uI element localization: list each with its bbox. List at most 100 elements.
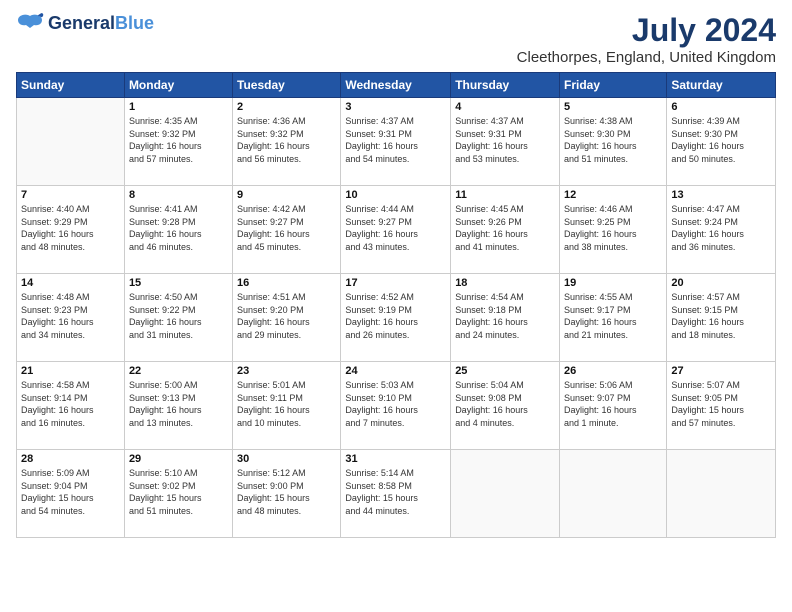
day-info: Sunrise: 5:04 AM Sunset: 9:08 PM Dayligh… (455, 379, 555, 429)
calendar-cell: 8 Sunrise: 4:41 AM Sunset: 9:28 PM Daylig… (124, 186, 232, 274)
day-number: 8 (129, 189, 228, 201)
day-info: Sunrise: 4:45 AM Sunset: 9:26 PM Dayligh… (455, 203, 555, 253)
calendar-cell: 19 Sunrise: 4:55 AM Sunset: 9:17 PM Dayli… (560, 274, 667, 362)
day-number: 18 (455, 277, 555, 289)
day-number: 28 (21, 453, 120, 465)
calendar-cell: 17 Sunrise: 4:52 AM Sunset: 9:19 PM Dayli… (341, 274, 451, 362)
day-number: 22 (129, 365, 228, 377)
calendar-week-3: 14 Sunrise: 4:48 AM Sunset: 9:23 PM Dayli… (17, 274, 776, 362)
day-info: Sunrise: 5:03 AM Sunset: 9:10 PM Dayligh… (345, 379, 446, 429)
calendar-cell: 15 Sunrise: 4:50 AM Sunset: 9:22 PM Dayli… (124, 274, 232, 362)
day-info: Sunrise: 5:12 AM Sunset: 9:00 PM Dayligh… (237, 467, 336, 517)
day-info: Sunrise: 4:52 AM Sunset: 9:19 PM Dayligh… (345, 291, 446, 341)
calendar-cell: 3 Sunrise: 4:37 AM Sunset: 9:31 PM Daylig… (341, 98, 451, 186)
calendar-cell: 9 Sunrise: 4:42 AM Sunset: 9:27 PM Daylig… (233, 186, 341, 274)
calendar-cell: 26 Sunrise: 5:06 AM Sunset: 9:07 PM Dayli… (560, 362, 667, 450)
day-info: Sunrise: 4:40 AM Sunset: 9:29 PM Dayligh… (21, 203, 120, 253)
calendar-cell: 20Sunrise: 4:57 AM Sunset: 9:15 PM Dayli… (667, 274, 776, 362)
col-thursday: Thursday (451, 73, 560, 98)
day-info: Sunrise: 5:00 AM Sunset: 9:13 PM Dayligh… (129, 379, 228, 429)
day-info: Sunrise: 4:41 AM Sunset: 9:28 PM Dayligh… (129, 203, 228, 253)
day-info: Sunrise: 4:50 AM Sunset: 9:22 PM Dayligh… (129, 291, 228, 341)
day-number: 15 (129, 277, 228, 289)
calendar-cell: 31 Sunrise: 5:14 AM Sunset: 8:58 PM Dayli… (341, 450, 451, 538)
calendar-week-2: 7 Sunrise: 4:40 AM Sunset: 9:29 PM Daylig… (17, 186, 776, 274)
calendar-cell: 4 Sunrise: 4:37 AM Sunset: 9:31 PM Daylig… (451, 98, 560, 186)
day-info: Sunrise: 4:36 AM Sunset: 9:32 PM Dayligh… (237, 115, 336, 165)
day-info: Sunrise: 4:37 AM Sunset: 9:31 PM Dayligh… (345, 115, 446, 165)
calendar-cell (560, 450, 667, 538)
day-number: 24 (345, 365, 446, 377)
calendar-cell (451, 450, 560, 538)
calendar-header-row: Sunday Monday Tuesday Wednesday Thursday… (17, 73, 776, 98)
calendar-cell: 11 Sunrise: 4:45 AM Sunset: 9:26 PM Dayli… (451, 186, 560, 274)
day-info: Sunrise: 4:55 AM Sunset: 9:17 PM Dayligh… (564, 291, 662, 341)
day-number: 31 (345, 453, 446, 465)
location: Cleethorpes, England, United Kingdom (517, 49, 776, 66)
day-number: 2 (237, 101, 336, 113)
calendar-cell (17, 98, 125, 186)
day-number: 14 (21, 277, 120, 289)
logo-icon (16, 12, 44, 36)
day-number: 13 (671, 189, 771, 201)
calendar-cell: 12 Sunrise: 4:46 AM Sunset: 9:25 PM Dayli… (560, 186, 667, 274)
day-info: Sunrise: 5:14 AM Sunset: 8:58 PM Dayligh… (345, 467, 446, 517)
day-info: Sunrise: 5:09 AM Sunset: 9:04 PM Dayligh… (21, 467, 120, 517)
calendar: Sunday Monday Tuesday Wednesday Thursday… (16, 72, 776, 538)
page: GeneralBlue July 2024 Cleethorpes, Engla… (0, 0, 792, 612)
day-number: 17 (345, 277, 446, 289)
day-number: 16 (237, 277, 336, 289)
day-number: 27 (671, 365, 771, 377)
logo-text: GeneralBlue (48, 14, 154, 34)
day-number: 9 (237, 189, 336, 201)
day-info: Sunrise: 5:10 AM Sunset: 9:02 PM Dayligh… (129, 467, 228, 517)
day-number: 20 (671, 277, 771, 289)
calendar-cell: 1 Sunrise: 4:35 AM Sunset: 9:32 PM Daylig… (124, 98, 232, 186)
day-info: Sunrise: 4:46 AM Sunset: 9:25 PM Dayligh… (564, 203, 662, 253)
col-tuesday: Tuesday (233, 73, 341, 98)
day-number: 12 (564, 189, 662, 201)
day-info: Sunrise: 4:54 AM Sunset: 9:18 PM Dayligh… (455, 291, 555, 341)
day-number: 7 (21, 189, 120, 201)
calendar-cell: 14 Sunrise: 4:48 AM Sunset: 9:23 PM Dayli… (17, 274, 125, 362)
day-number: 23 (237, 365, 336, 377)
day-number: 30 (237, 453, 336, 465)
day-number: 6 (671, 101, 771, 113)
col-monday: Monday (124, 73, 232, 98)
day-info: Sunrise: 4:51 AM Sunset: 9:20 PM Dayligh… (237, 291, 336, 341)
calendar-cell (667, 450, 776, 538)
day-number: 19 (564, 277, 662, 289)
calendar-week-4: 21Sunrise: 4:58 AM Sunset: 9:14 PM Dayli… (17, 362, 776, 450)
day-info: Sunrise: 5:01 AM Sunset: 9:11 PM Dayligh… (237, 379, 336, 429)
day-number: 26 (564, 365, 662, 377)
logo: GeneralBlue (16, 12, 154, 36)
calendar-cell: 7 Sunrise: 4:40 AM Sunset: 9:29 PM Daylig… (17, 186, 125, 274)
col-friday: Friday (560, 73, 667, 98)
calendar-cell: 6 Sunrise: 4:39 AM Sunset: 9:30 PM Daylig… (667, 98, 776, 186)
day-info: Sunrise: 4:48 AM Sunset: 9:23 PM Dayligh… (21, 291, 120, 341)
day-number: 1 (129, 101, 228, 113)
day-info: Sunrise: 5:06 AM Sunset: 9:07 PM Dayligh… (564, 379, 662, 429)
day-info: Sunrise: 4:38 AM Sunset: 9:30 PM Dayligh… (564, 115, 662, 165)
day-number: 5 (564, 101, 662, 113)
day-number: 10 (345, 189, 446, 201)
calendar-cell: 13Sunrise: 4:47 AM Sunset: 9:24 PM Dayli… (667, 186, 776, 274)
day-number: 3 (345, 101, 446, 113)
day-info: Sunrise: 4:39 AM Sunset: 9:30 PM Dayligh… (671, 115, 771, 165)
calendar-cell: 24 Sunrise: 5:03 AM Sunset: 9:10 PM Dayli… (341, 362, 451, 450)
col-saturday: Saturday (667, 73, 776, 98)
day-info: Sunrise: 4:42 AM Sunset: 9:27 PM Dayligh… (237, 203, 336, 253)
calendar-cell: 2 Sunrise: 4:36 AM Sunset: 9:32 PM Daylig… (233, 98, 341, 186)
day-number: 21 (21, 365, 120, 377)
day-number: 4 (455, 101, 555, 113)
calendar-cell: 5 Sunrise: 4:38 AM Sunset: 9:30 PM Daylig… (560, 98, 667, 186)
month-year: July 2024 (517, 12, 776, 49)
calendar-cell: 21Sunrise: 4:58 AM Sunset: 9:14 PM Dayli… (17, 362, 125, 450)
day-info: Sunrise: 4:37 AM Sunset: 9:31 PM Dayligh… (455, 115, 555, 165)
calendar-cell: 16 Sunrise: 4:51 AM Sunset: 9:20 PM Dayli… (233, 274, 341, 362)
day-info: Sunrise: 4:35 AM Sunset: 9:32 PM Dayligh… (129, 115, 228, 165)
day-info: Sunrise: 4:44 AM Sunset: 9:27 PM Dayligh… (345, 203, 446, 253)
day-number: 25 (455, 365, 555, 377)
day-number: 11 (455, 189, 555, 201)
calendar-cell: 25 Sunrise: 5:04 AM Sunset: 9:08 PM Dayli… (451, 362, 560, 450)
